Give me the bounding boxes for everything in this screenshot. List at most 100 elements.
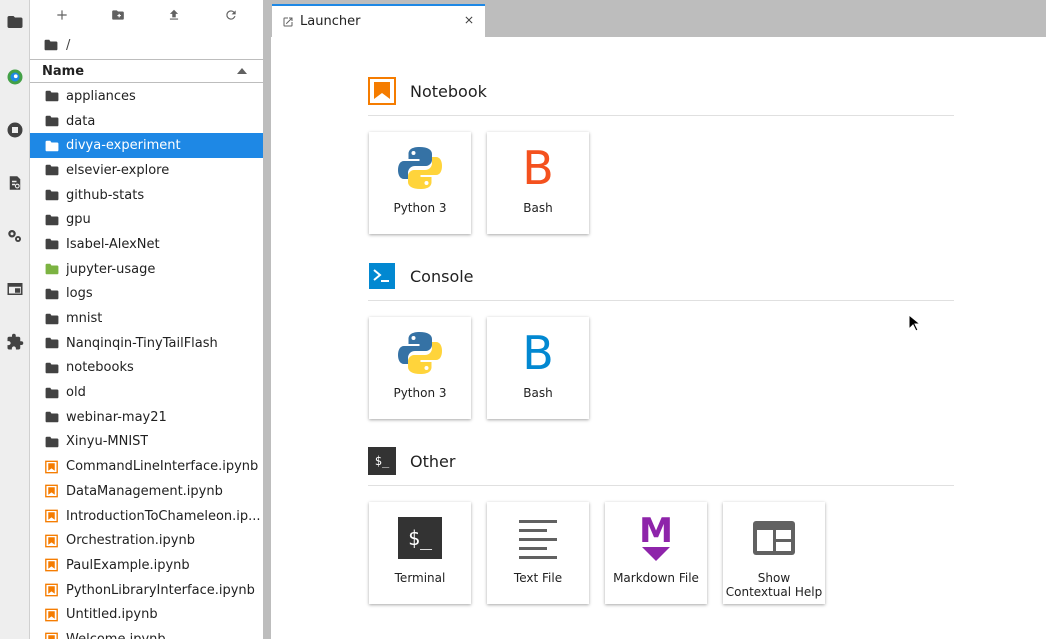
extension-manager-tab[interactable] — [0, 324, 30, 360]
bash-orange-icon: B — [487, 144, 589, 192]
console-bash-card[interactable]: B Bash — [487, 317, 589, 419]
running-sessions-tab[interactable] — [0, 112, 30, 148]
puzzle-icon — [7, 333, 24, 350]
notebook-icon — [45, 632, 59, 639]
text-file-card[interactable]: Text File — [487, 502, 589, 604]
console-python3-card[interactable]: Python 3 — [369, 317, 471, 419]
file-name: notebooks — [66, 360, 134, 376]
property-inspector-tab[interactable] — [0, 218, 30, 254]
python-logo-icon — [369, 329, 471, 377]
folder-row[interactable]: gpu — [30, 207, 263, 232]
folder-icon — [45, 435, 59, 449]
folder-icon — [45, 114, 59, 128]
console-section-title: Console — [368, 262, 474, 290]
close-icon[interactable] — [463, 14, 475, 26]
contextual-help-icon — [723, 514, 825, 562]
upload-icon — [169, 9, 179, 20]
other-section-title: $_ Other — [368, 447, 455, 475]
terminal-section-icon: $_ — [368, 447, 396, 475]
gears-icon — [8, 230, 21, 242]
notebook-file-row[interactable]: CommandLineInterface.ipynb — [30, 454, 263, 479]
card-label: Bash — [523, 386, 553, 400]
folder-icon — [45, 312, 59, 326]
breadcrumb-root[interactable]: / — [66, 38, 70, 53]
folder-icon — [45, 336, 59, 350]
chameleon-logo-icon — [7, 69, 23, 85]
notebook-icon — [45, 509, 59, 523]
activity-bar — [0, 0, 30, 639]
console-section-icon — [368, 262, 396, 290]
file-name: elsevier-explore — [66, 162, 170, 178]
folder-row[interactable]: notebooks — [30, 356, 263, 381]
extension-tab-logo[interactable] — [0, 59, 30, 95]
notebook-file-row[interactable]: Orchestration.ipynb — [30, 528, 263, 553]
other-section-divider — [368, 485, 954, 486]
notebook-file-row[interactable]: PaulExample.ipynb — [30, 553, 263, 578]
contextual-help-card[interactable]: Show Contextual Help — [723, 502, 825, 604]
sort-ascending-icon — [237, 68, 247, 74]
file-listing: appliances data divya-experiment elsevier-e… — [30, 84, 263, 639]
folder-row[interactable]: mnist — [30, 306, 263, 331]
file-name: divya-experiment — [66, 138, 181, 154]
markdown-arrow-icon — [642, 547, 670, 561]
new-folder-button[interactable] — [107, 4, 129, 26]
plus-icon — [57, 10, 67, 20]
folder-row[interactable]: Isabel-AlexNet — [30, 232, 263, 257]
file-name: CommandLineInterface.ipynb — [66, 459, 259, 475]
folder-row[interactable]: jupyter-usage — [30, 257, 263, 282]
card-label: Python 3 — [393, 386, 447, 400]
notebook-icon — [45, 534, 59, 548]
tabs-tab[interactable] — [0, 271, 30, 307]
notebook-file-row[interactable]: Welcome.ipynb — [30, 627, 263, 639]
upload-button[interactable] — [163, 4, 185, 26]
file-name: Nanqinqin-TinyTailFlash — [66, 335, 218, 351]
file-name: logs — [66, 286, 93, 302]
markdown-file-card[interactable]: M Markdown File — [605, 502, 707, 604]
file-browser-tab[interactable] — [0, 4, 30, 40]
notebook-file-row[interactable]: DataManagement.ipynb — [30, 479, 263, 504]
notebook-section-label: Notebook — [410, 81, 487, 101]
folder-row[interactable]: logs — [30, 282, 263, 307]
folder-row[interactable]: github-stats — [30, 183, 263, 208]
card-label: Markdown File — [613, 571, 699, 585]
terminal-card[interactable]: $_ Terminal — [369, 502, 471, 604]
name-column-header[interactable]: Name — [30, 59, 263, 83]
file-name: Orchestration.ipynb — [66, 533, 195, 549]
folder-row[interactable]: old — [30, 380, 263, 405]
folder-icon — [45, 163, 59, 177]
card-label: Terminal — [394, 571, 446, 585]
mouse-cursor-icon — [908, 314, 920, 332]
file-browser-toolbar — [30, 0, 263, 30]
folder-row[interactable]: divya-experiment — [30, 133, 263, 159]
other-section-label: Other — [410, 451, 456, 471]
panel-splitter[interactable] — [263, 0, 271, 639]
commands-tab[interactable] — [0, 165, 30, 201]
folder-row[interactable]: Xinyu-MNIST — [30, 430, 263, 455]
notebook-icon — [45, 583, 59, 597]
notebook-python3-card[interactable]: Python 3 — [369, 132, 471, 234]
notebook-icon — [45, 608, 59, 622]
notebook-file-row[interactable]: Untitled.ipynb — [30, 602, 263, 627]
folder-row[interactable]: Nanqinqin-TinyTailFlash — [30, 331, 263, 356]
folder-icon — [44, 39, 58, 51]
new-launcher-button[interactable] — [51, 4, 73, 26]
breadcrumb[interactable]: / — [44, 36, 70, 54]
refresh-icon — [226, 10, 236, 20]
notebook-bash-card[interactable]: B Bash — [487, 132, 589, 234]
folder-icon — [45, 139, 59, 153]
notebook-file-row[interactable]: PythonLibraryInterface.ipynb — [30, 578, 263, 603]
notebook-section-icon — [368, 77, 396, 105]
folder-row[interactable]: webinar-may21 — [30, 405, 263, 430]
folder-row[interactable]: elsevier-explore — [30, 158, 263, 183]
main-tab-bar: Launcher — [271, 0, 1046, 37]
notebook-file-row[interactable]: IntroductionToChameleon.ip... — [30, 504, 263, 529]
notebook-icon — [45, 558, 59, 572]
folder-row[interactable]: appliances — [30, 84, 263, 109]
file-name: github-stats — [66, 187, 145, 203]
tab-launcher[interactable]: Launcher — [272, 4, 485, 37]
folder-row[interactable]: data — [30, 109, 263, 134]
notebook-icon — [45, 460, 59, 474]
python-logo-icon — [369, 144, 471, 192]
card-label-line2: Contextual Help — [725, 585, 823, 599]
refresh-button[interactable] — [220, 4, 242, 26]
